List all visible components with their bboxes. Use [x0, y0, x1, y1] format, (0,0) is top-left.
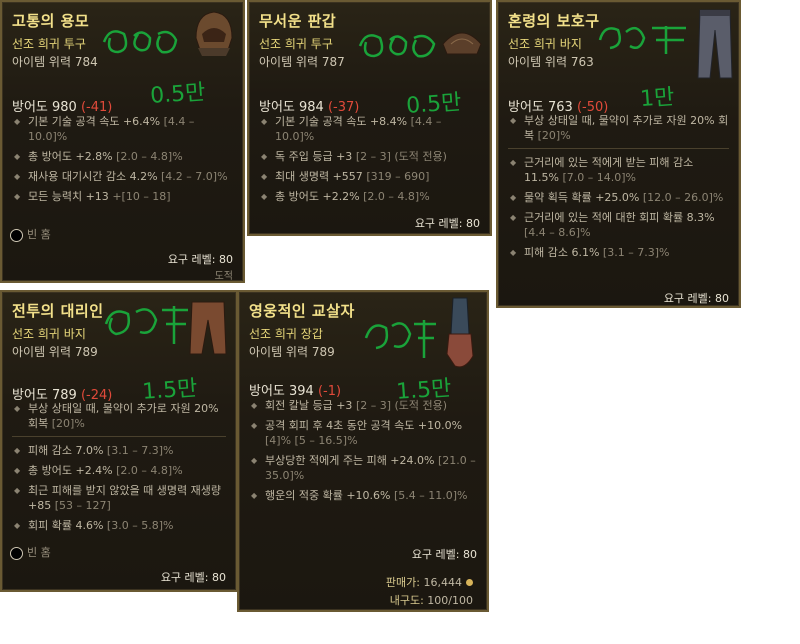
- item-rarity: 선조 희귀 바지: [12, 327, 86, 341]
- required-level: 요구 레벨: 80: [167, 253, 233, 266]
- affix: 피해 감소 7.0% [3.1 – 7.3]%: [12, 443, 226, 458]
- affix: 근거리에 있는 적에 대한 회피 확률 8.3% [4.4 – 8.6]%: [508, 210, 729, 240]
- affix: 행운의 적중 확률 +10.6% [5.4 – 11.0]%: [249, 488, 477, 503]
- required-level: 요구 레벨: 80: [663, 292, 729, 305]
- implicit-affix: 부상 상태일 때, 물약이 추가로 자원 20% 회복 [20]%: [508, 113, 729, 143]
- item-title: 영웅적인 교살자: [249, 302, 355, 320]
- affix: 부상당한 적에게 주는 피해 +24.0% [21.0 – 35.0]%: [249, 453, 477, 483]
- affix: 피해 감소 6.1% [3.1 – 7.3]%: [508, 245, 729, 260]
- price-annotation: 1.5만: [395, 376, 453, 405]
- socket-icon: [10, 546, 23, 560]
- item-power: 아이템 위력 789: [249, 345, 335, 359]
- affix: 최근 피해를 받지 않았을 때 생명력 재생량 +85 [53 – 127]: [12, 483, 226, 513]
- empty-socket: 빈 홈: [10, 544, 51, 560]
- affix-list: 기본 기술 공격 속도 +6.4% [4.4 – 10.0]% 총 방어도 +2…: [12, 114, 233, 209]
- affix: 모든 능력치 +13 +[10 – 18]: [12, 189, 233, 204]
- divider: [12, 436, 226, 437]
- item-title: 고통의 용모: [12, 12, 90, 30]
- item-title: 혼령의 보호구: [508, 12, 600, 30]
- required-level: 요구 레벨: 80: [414, 217, 480, 230]
- price-annotation: 1만: [639, 84, 676, 113]
- helm-icon: [442, 32, 482, 55]
- affix: 재사용 대기시간 감소 4.2% [4.2 – 7.0]%: [12, 169, 233, 184]
- pants-icon: [697, 9, 733, 79]
- price-annotation: 0.5만: [405, 90, 463, 119]
- item-power: 아이템 위력 763: [508, 55, 594, 69]
- implicit-affix: 부상 상태일 때, 물약이 추가로 자원 20% 회복 [20]%: [12, 401, 226, 431]
- helm-icon: [195, 11, 233, 56]
- empty-socket: 빈 홈: [10, 226, 51, 242]
- item-title: 무서운 판갑: [259, 12, 337, 30]
- required-level: 요구 레벨: 80: [411, 548, 477, 561]
- item-card-helm-1[interactable]: 고통의 용모 선조 희귀 투구 아이템 위력 784 방어도 980 (-41)…: [0, 0, 245, 283]
- armor-delta: -41: [86, 100, 108, 115]
- affix: 공격 회피 후 4초 동안 공격 속도 +10.0% [4]% [5 – 16.…: [249, 418, 477, 448]
- price-annotation: 1.5만: [141, 376, 199, 405]
- item-power: 아이템 위력 789: [12, 345, 98, 359]
- armor-value: 방어도 394 (-1): [249, 384, 342, 399]
- affix: 근거리에 있는 적에게 받는 피해 감소 11.5% [7.0 – 14.0]%: [508, 155, 729, 185]
- item-title: 전투의 대리인: [12, 302, 104, 320]
- item-rarity: 선조 희귀 바지: [508, 37, 582, 51]
- affix: 물약 획득 확률 +25.0% [12.0 – 26.0]%: [508, 190, 729, 205]
- divider: [508, 148, 729, 149]
- affix-list: 회전 칼날 등급 +3 [2 – 3] (도적 전용) 공격 회피 후 4초 동…: [249, 398, 477, 508]
- item-power: 아이템 위력 787: [259, 55, 345, 69]
- affix: 기본 기술 공격 속도 +6.4% [4.4 – 10.0]%: [12, 114, 233, 144]
- affix-list: 부상 상태일 때, 물약이 추가로 자원 20% 회복 [20]% 피해 감소 …: [12, 401, 226, 538]
- affix: 총 방어도 +2.2% [2.0 – 4.8]%: [259, 189, 480, 204]
- item-card-pants-2[interactable]: 전투의 대리인 선조 희귀 바지 아이템 위력 789 방어도 789 (-24…: [0, 290, 238, 592]
- affix-list: 기본 기술 공격 속도 +8.4% [4.4 – 10.0]% 독 주입 등급 …: [259, 114, 480, 209]
- socket-icon: [10, 228, 23, 242]
- armor-value: 방어도 984 (-37): [259, 100, 360, 115]
- armor-value: 방어도 980 (-41): [12, 100, 113, 115]
- affix: 회피 확률 4.6% [3.0 – 5.8]%: [12, 518, 226, 533]
- item-card-helm-2[interactable]: 무서운 판갑 선조 희귀 투구 아이템 위력 787 방어도 984 (-37)…: [247, 0, 492, 236]
- affix-list: 부상 상태일 때, 물약이 추가로 자원 20% 회복 [20]% 근거리에 있…: [508, 113, 729, 265]
- armor-delta: -37: [333, 100, 355, 115]
- price-annotation: 0.5만: [149, 80, 207, 109]
- armor-delta: -1: [323, 384, 337, 399]
- item-card-gloves[interactable]: 영웅적인 교살자 선조 희귀 장갑 아이템 위력 789 방어도 394 (-1…: [237, 290, 489, 612]
- affix: 독 주입 등급 +3 [2 – 3] (도적 전용): [259, 149, 480, 164]
- affix: 총 방어도 +2.4% [2.0 – 4.8]%: [12, 463, 226, 478]
- item-rarity: 선조 희귀 투구: [259, 37, 333, 51]
- durability: 내구도: 100/100: [389, 594, 473, 607]
- item-rarity: 선조 희귀 투구: [12, 37, 86, 51]
- pants-icon: [189, 301, 227, 355]
- gloves-icon: [446, 297, 474, 368]
- item-card-pants-1[interactable]: 혼령의 보호구 선조 희귀 바지 아이템 위력 763 방어도 763 (-50…: [496, 0, 741, 308]
- class-restriction: 도적: [214, 271, 233, 282]
- affix: 최대 생명력 +557 [319 – 690]: [259, 169, 480, 184]
- affix: 기본 기술 공격 속도 +8.4% [4.4 – 10.0]%: [259, 114, 480, 144]
- sell-price: 판매가: 16,444: [386, 574, 473, 590]
- item-power: 아이템 위력 784: [12, 55, 98, 69]
- required-level: 요구 레벨: 80: [160, 571, 226, 584]
- affix: 총 방어도 +2.8% [2.0 – 4.8]%: [12, 149, 233, 164]
- item-rarity: 선조 희귀 장갑: [249, 327, 323, 341]
- gold-coin-icon: [466, 579, 473, 586]
